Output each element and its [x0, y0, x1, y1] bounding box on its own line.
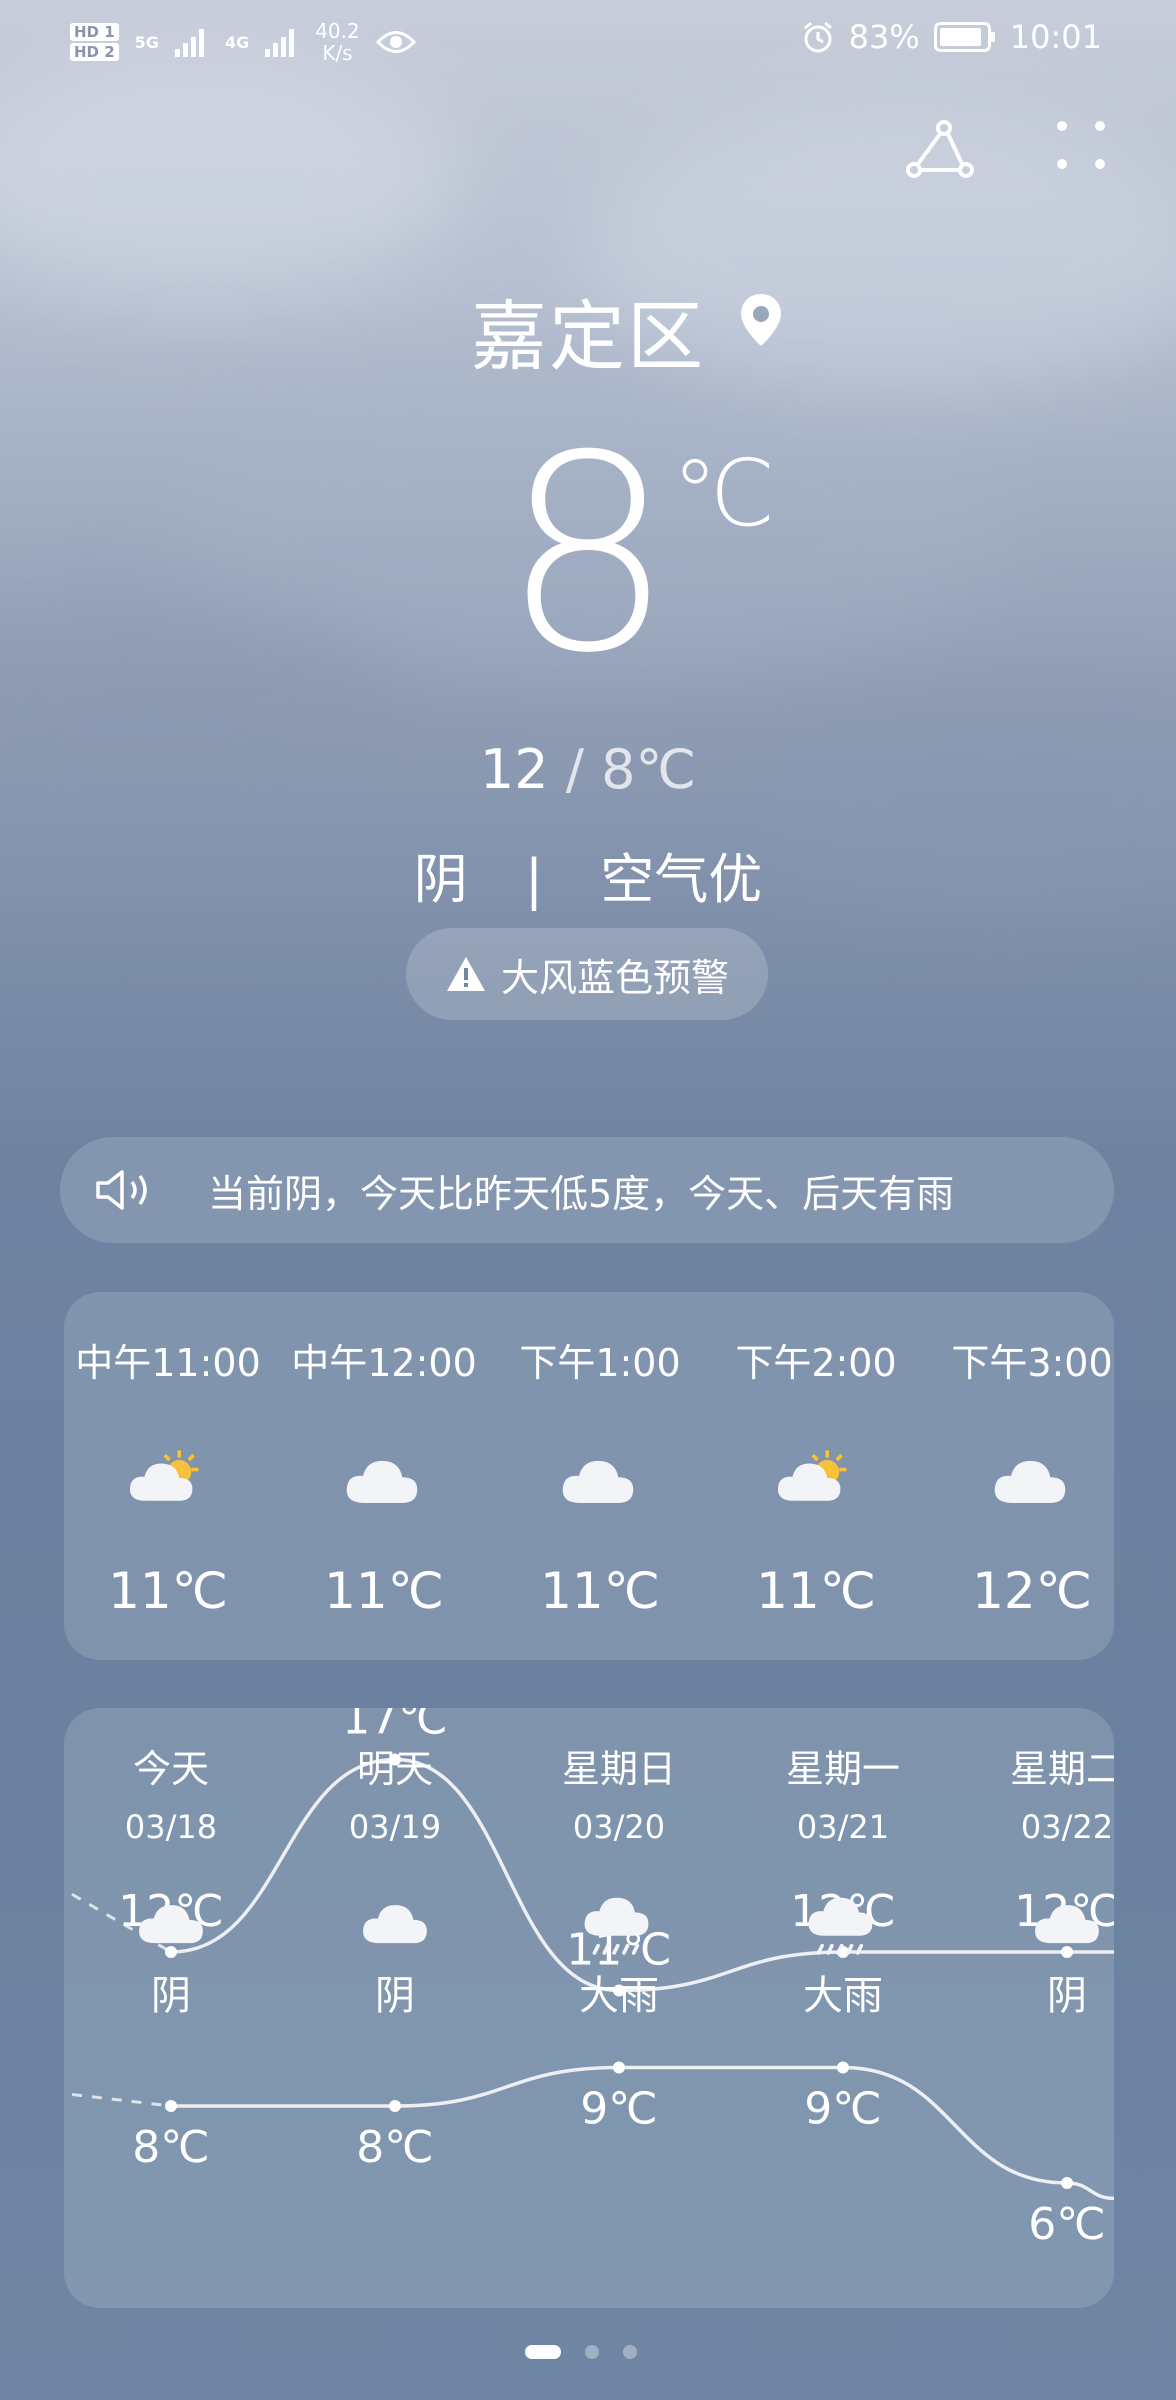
- cloud-icon: [988, 1442, 1072, 1530]
- daily-date: 03/21: [796, 1808, 890, 1846]
- hourly-temp: 12℃: [972, 1562, 1092, 1620]
- battery-percent: 83%: [848, 18, 920, 56]
- hourly-time: 中午12:00: [291, 1341, 477, 1385]
- network-speed: 40.2 K/s: [315, 20, 360, 64]
- air-quality[interactable]: 空气优: [600, 848, 762, 911]
- low-temp-label: 6℃: [1028, 2199, 1105, 2250]
- speed-value: 40.2: [315, 19, 360, 43]
- eye-icon: [375, 31, 416, 53]
- network-4g-label: 4G: [224, 32, 250, 52]
- page-dot-active[interactable]: [525, 2345, 561, 2359]
- share-icon[interactable]: [906, 120, 976, 180]
- alarm-icon: [803, 21, 832, 53]
- battery-icon: [933, 22, 995, 52]
- page-dot[interactable]: [585, 2345, 599, 2359]
- low-temp-line-point: [613, 2061, 625, 2074]
- top-actions: [906, 120, 1106, 180]
- cloud-icon: [340, 1442, 424, 1530]
- low-temp-line-point: [389, 2100, 401, 2112]
- hourly-time: 下午2:00: [735, 1341, 897, 1385]
- low-temp-label: 8℃: [356, 2122, 433, 2173]
- signal-icon-2: [265, 29, 295, 57]
- daily-date: 03/20: [572, 1808, 666, 1846]
- low-temp-line-point: [837, 2061, 849, 2074]
- location-pin-icon[interactable]: [738, 292, 784, 348]
- daily-date: 03/19: [348, 1808, 442, 1846]
- partly-sunny-icon: [124, 1442, 208, 1530]
- hourly-time: 中午11:00: [75, 1341, 261, 1385]
- page-indicator: [525, 2345, 637, 2359]
- cloud-icon: [133, 1888, 209, 1968]
- hourly-temp: 11℃: [756, 1562, 876, 1620]
- temperature-unit: ℃: [672, 440, 776, 547]
- today-low: 8℃: [601, 738, 697, 801]
- partly-sunny-icon: [772, 1442, 856, 1530]
- high-low-separator: /: [565, 738, 584, 801]
- page-dot[interactable]: [623, 2345, 637, 2359]
- hourly-time: 下午1:00: [519, 1341, 681, 1385]
- cloud-icon: [556, 1442, 640, 1530]
- clock: 10:01: [1009, 18, 1102, 56]
- daily-day: 星期二: [1009, 1747, 1114, 1791]
- network-5g-label: 5G: [134, 32, 159, 52]
- condition-line: 阴 | 空气优: [0, 835, 1176, 914]
- low-temp-line-point: [165, 2100, 177, 2112]
- daily-day: 今天: [132, 1747, 209, 1791]
- hourly-time: 下午3:00: [951, 1341, 1113, 1385]
- condition-divider: |: [524, 848, 544, 911]
- low-temp-line-point: [1061, 2177, 1073, 2189]
- speed-unit: K/s: [322, 41, 353, 65]
- cloud-icon: [1029, 1888, 1105, 1968]
- weather-brief-banner[interactable]: 当前阴，今天比昨天低5度，今天、后天有雨: [60, 1137, 1114, 1243]
- city-name[interactable]: 嘉定区: [0, 275, 1176, 385]
- low-temp-label: 9℃: [580, 2084, 657, 2135]
- sim-indicators: HD 1 HD 2: [70, 21, 119, 63]
- low-temp-label: 8℃: [132, 2122, 209, 2173]
- daily-day: 明天: [356, 1747, 433, 1791]
- alert-text: 大风蓝色预警: [500, 955, 729, 1000]
- low-temp-line-past-dashed: [71, 2092, 172, 2108]
- daily-day: 星期一: [785, 1747, 900, 1791]
- daily-forecast-card[interactable]: 12℃8℃17℃8℃11℃9℃12℃9℃12℃6℃ 今天03/18阴明天03/1…: [64, 1708, 1114, 2308]
- hourly-temp: 11℃: [540, 1562, 660, 1620]
- daily-day: 星期日: [561, 1747, 676, 1791]
- cloud-icon: [357, 1888, 433, 1968]
- heavy-rain-icon: [805, 1888, 881, 1968]
- hourly-temp: 11℃: [324, 1562, 444, 1620]
- today-high: 12: [479, 738, 549, 801]
- sim1-badge: HD 1: [70, 23, 119, 41]
- status-bar: HD 1 HD 2 5G 4G 40.2 K/s 83% 10:01: [0, 14, 1176, 74]
- daily-date: 03/22: [1020, 1808, 1114, 1846]
- daily-condition: 阴: [151, 1973, 191, 2019]
- daily-condition: 阴: [1047, 1973, 1087, 2019]
- heavy-rain-icon: [581, 1888, 657, 1968]
- sim2-badge: HD 2: [70, 43, 119, 61]
- daily-condition: 大雨: [579, 1973, 659, 2019]
- hourly-forecast-card[interactable]: 中午11:00 11℃ 中午12:00 11℃ 下午1:00 11℃ 下午2:00 11℃ 下午…: [64, 1292, 1114, 1660]
- more-dots-icon[interactable]: [1056, 120, 1106, 170]
- hourly-temp: 11℃: [108, 1562, 228, 1620]
- weather-alert-button[interactable]: 大风蓝色预警: [406, 928, 768, 1020]
- daily-condition: 阴: [375, 1973, 415, 2019]
- warning-triangle-icon: [446, 957, 485, 991]
- speaker-icon[interactable]: [94, 1168, 158, 1212]
- daily-date: 03/18: [124, 1808, 218, 1846]
- signal-icon: [174, 29, 204, 57]
- current-condition: 阴: [413, 848, 468, 911]
- today-high-low: 12 / 8℃: [0, 738, 1176, 801]
- brief-text: 当前阴，今天比昨天低5度，今天、后天有雨: [208, 1171, 955, 1216]
- current-temperature: 8: [502, 397, 674, 712]
- low-temp-label: 9℃: [804, 2084, 881, 2135]
- daily-condition: 大雨: [803, 1973, 883, 2019]
